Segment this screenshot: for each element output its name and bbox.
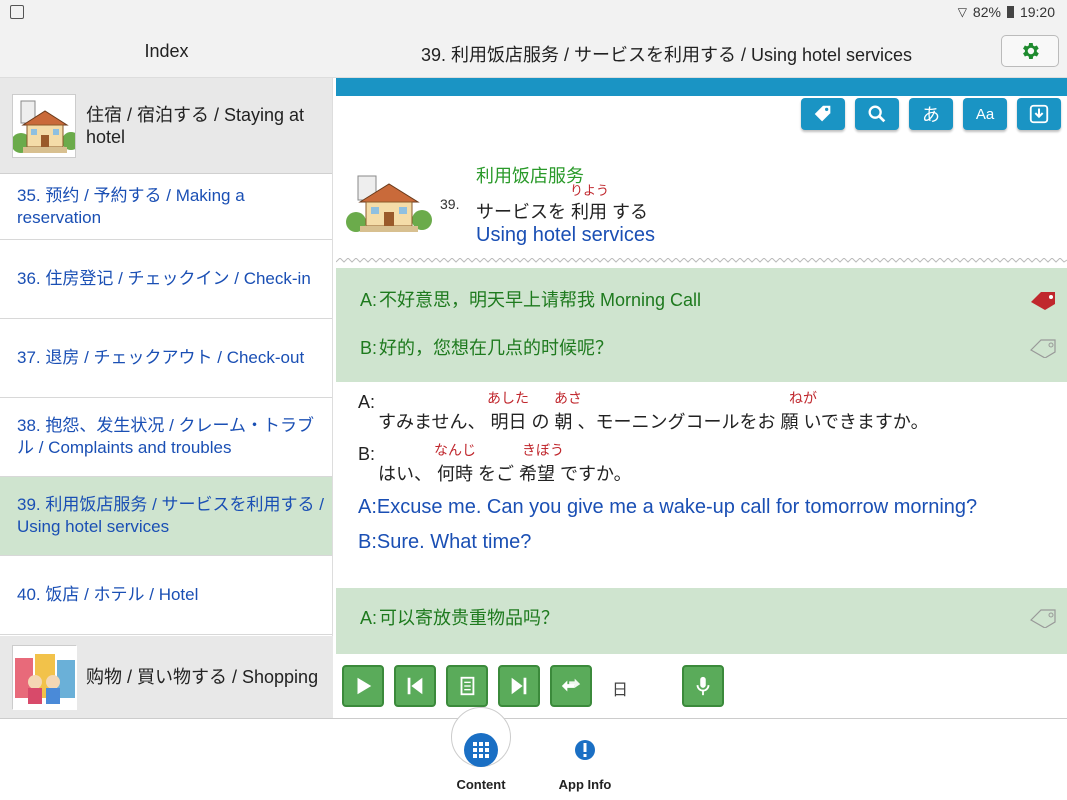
lesson-title-zh: 利用饭店服务	[476, 166, 584, 186]
english-a-text: A:Excuse me. Can you give me a wake-up c…	[358, 496, 978, 518]
lesson-hotel-illustration	[346, 170, 432, 240]
audio-player: 日	[336, 656, 1067, 718]
category-header-staying-at-hotel[interactable]: 住宿 / 宿泊する / Staying at hotel	[0, 78, 332, 174]
dialog-line-b: B: 好的，您想在几点的时候呢？	[360, 334, 613, 360]
ruby-asa: あさ	[554, 390, 582, 406]
dialog-block-japanese[interactable]: A: あした あさ ねが すみません、 明日 の 朝 、モーニングコールをお 願…	[336, 382, 1067, 588]
script-button[interactable]	[446, 665, 488, 707]
tag-icon	[814, 105, 831, 122]
app-info-tab-label: App Info	[558, 777, 612, 792]
lesson-header: 39. 利用饭店服务 りよう サービスを 利用 する Using hotel s…	[336, 158, 1067, 258]
tool-row: あ Aa	[801, 98, 1061, 130]
bookmark-tag-icon[interactable]	[1029, 338, 1059, 358]
lesson-title-ruby: りよう	[570, 183, 610, 198]
lesson-item-39-active[interactable]: 39. 利用饭店服务 / サービスを利用する / Using hotel ser…	[0, 477, 332, 556]
dialog-block-next[interactable]: A: 可以寄放贵重物品吗？	[336, 588, 1067, 654]
grid-icon	[464, 733, 498, 767]
top-bar: Index 39. 利用饭店服务 / サービスを利用する / Using hot…	[0, 26, 1067, 78]
dialog-line-a: A: 不好意思，明天早上请帮我 Morning Call	[360, 286, 701, 312]
category-label-shopping: 购物 / 買い物する / Shopping	[86, 667, 319, 687]
dialog-block-chinese[interactable]: A: 不好意思，明天早上请帮我 Morning Call B: 好的，您想在几点的时…	[336, 268, 1067, 382]
play-button[interactable]	[342, 665, 384, 707]
download-button[interactable]	[1017, 98, 1061, 130]
jp-speaker-b: B:	[358, 444, 376, 464]
speaker-a-label-2: A:	[360, 608, 378, 628]
shopping-illustration-icon	[12, 645, 77, 710]
clock: 19:20	[1019, 4, 1055, 20]
index-title: Index	[144, 41, 189, 61]
lesson-content: あ Aa 39. 利用饭店服务 りよう サービスを 利用 する Using ho…	[336, 78, 1067, 718]
play-icon	[357, 677, 372, 695]
lesson-number: 39.	[440, 196, 460, 212]
status-right: ▽ 82% 19:20	[958, 4, 1055, 20]
dialog-b-text: 好的，您想在几点的时候呢？	[379, 338, 614, 358]
skip-next-icon	[511, 677, 527, 695]
download-icon	[1029, 104, 1049, 124]
document-icon	[460, 676, 475, 696]
bookmark-tag-active-icon[interactable]	[1029, 290, 1059, 310]
wifi-icon: ▽	[957, 5, 967, 19]
ruby-nanji: なんじ	[434, 442, 476, 458]
kana-toggle-button[interactable]: あ	[909, 98, 953, 130]
ruby-kibou: きぼう	[522, 442, 564, 458]
repeat-mode-button[interactable]	[550, 665, 592, 707]
language-mode-label[interactable]: 日	[612, 676, 628, 700]
category-label: 住宿 / 宿泊する / Staying at hotel	[86, 104, 305, 147]
ruby-ashita: あした	[487, 390, 529, 406]
search-icon	[868, 105, 886, 123]
notification-icon	[10, 5, 24, 19]
english-b-text: B:Sure. What time?	[358, 531, 532, 553]
previous-button[interactable]	[394, 665, 436, 707]
lesson-item-37[interactable]: 37. 退房 / チェックアウト / Check-out	[0, 319, 332, 398]
lesson-title-en: Using hotel services	[476, 224, 655, 246]
info-icon	[568, 733, 602, 767]
content-tab[interactable]: Content	[441, 733, 521, 792]
microphone-icon	[696, 676, 710, 696]
lesson-item-38[interactable]: 38. 抱怨、发生状况 / クレーム・トラブル / Complaints and…	[0, 398, 332, 477]
status-bar: ▽ 82% 19:20	[0, 0, 1067, 26]
dialog-a-text: 不好意思，明天早上请帮我 Morning Call	[379, 290, 702, 310]
lesson-item-40[interactable]: 40. 饭店 / ホテル / Hotel	[0, 556, 332, 635]
dialog2-a-text: 可以寄放贵重物品吗？	[379, 608, 560, 628]
jp-a-text: すみません、 明日 の 朝 、モーニングコールをお 願 いできますか。	[378, 412, 929, 432]
tag-filter-button[interactable]	[801, 98, 845, 130]
content-tab-label: Content	[456, 777, 506, 792]
header-band	[336, 78, 1067, 96]
lesson-title-ja: りよう サービスを 利用 する	[476, 183, 649, 224]
bookmark-tag-icon-2[interactable]	[1029, 608, 1059, 628]
ruby-nega: ねが	[789, 390, 817, 406]
category-header-shopping[interactable]: 购物 / 買い物する / Shopping	[0, 636, 333, 718]
font-size-button[interactable]: Aa	[963, 98, 1007, 130]
hotel-illustration-icon	[12, 93, 76, 158]
dialog2-line-a: A: 可以寄放贵重物品吗？	[360, 604, 559, 630]
settings-button[interactable]	[1001, 35, 1059, 67]
battery-icon	[1006, 6, 1014, 18]
skip-previous-icon	[407, 677, 423, 695]
speaker-a-label: A:	[360, 290, 378, 310]
zigzag-divider	[336, 258, 1067, 263]
jp-b-text: はい、 何時 をご 希望 ですか。	[378, 464, 632, 484]
search-button[interactable]	[855, 98, 899, 130]
lesson-index-sidebar: 住宿 / 宿泊する / Staying at hotel 35. 预约 / 予約…	[0, 78, 333, 718]
lesson-title-ja-text: サービスを 利用 する	[476, 202, 649, 222]
next-button[interactable]	[498, 665, 540, 707]
battery-percent: 82%	[972, 4, 1001, 20]
gear-icon	[1023, 43, 1039, 59]
record-button[interactable]	[682, 665, 724, 707]
lesson-title: 39. 利用饭店服务 / サービスを利用する / Using hotel ser…	[420, 45, 913, 65]
speaker-b-label: B:	[360, 338, 378, 358]
bottom-navigation: Content App Info	[0, 707, 1067, 800]
lesson-item-36[interactable]: 36. 住房登记 / チェックイン / Check-in	[0, 240, 332, 319]
lesson-item-35[interactable]: 35. 预约 / 予約する / Making a reservation	[0, 174, 332, 240]
app-info-tab[interactable]: App Info	[545, 733, 625, 792]
swap-arrows-icon	[561, 678, 581, 692]
jp-speaker-a: A:	[358, 392, 376, 412]
